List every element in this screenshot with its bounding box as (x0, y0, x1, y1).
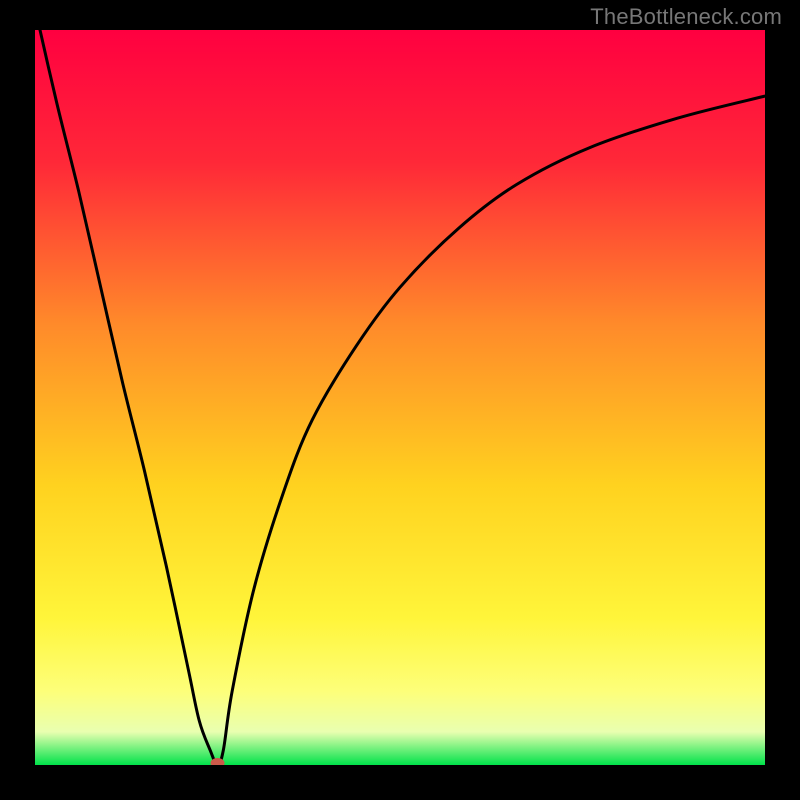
attribution-text: TheBottleneck.com (590, 4, 782, 30)
chart-container: TheBottleneck.com (0, 0, 800, 800)
gradient-background (35, 30, 765, 765)
plot-area (35, 30, 765, 765)
chart-svg (35, 30, 765, 765)
